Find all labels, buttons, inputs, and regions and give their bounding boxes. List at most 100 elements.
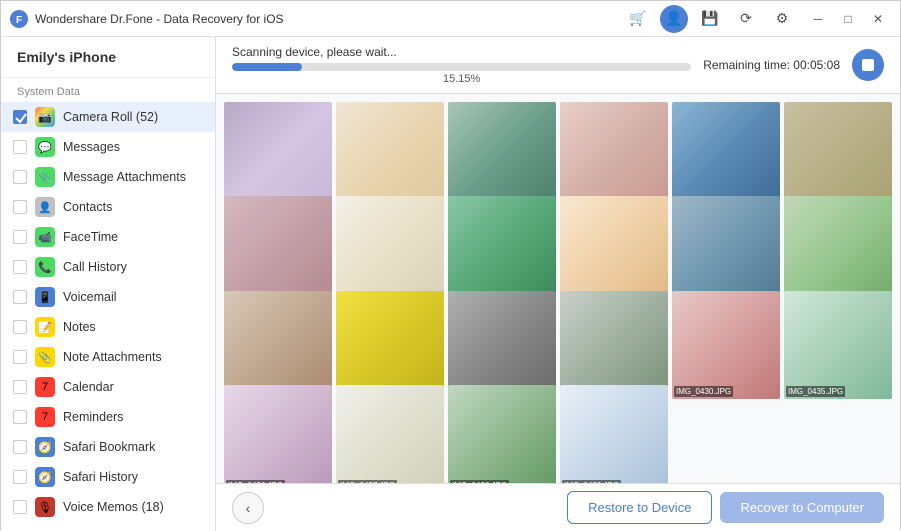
icon-reminders: 7	[35, 407, 55, 427]
photo-cell[interactable]: IMG_0439.JPG	[560, 385, 668, 483]
photo-cell[interactable]: IMG_0415.JPG	[560, 102, 668, 210]
photo-placeholder: IMG_0435.JPG	[784, 291, 892, 399]
label-reminders: Reminders	[63, 410, 123, 424]
icon-facetime: 📹	[35, 227, 55, 247]
icon-notes: 📝	[35, 317, 55, 337]
app-title: Wondershare Dr.Fone - Data Recovery for …	[35, 12, 624, 26]
icon-voicemail: 📱	[35, 287, 55, 307]
photo-cell[interactable]: IMG_0416.JPG	[672, 102, 780, 210]
photo-cell[interactable]: IMG_0414.JPG	[448, 102, 556, 210]
photo-cell[interactable]: IMG_0427.JPG	[336, 291, 444, 399]
refresh-icon[interactable]: ⟳	[732, 5, 760, 33]
photo-placeholder: IMG_0414.JPG	[336, 102, 444, 210]
photo-placeholder: IMG_0426.JPG	[224, 291, 332, 399]
sidebar-item-voicemail[interactable]: 📱Voicemail	[1, 282, 215, 312]
photo-cell[interactable]: IMG_0413.JPG	[224, 102, 332, 210]
photo-name: IMG_0435.JPG	[786, 386, 845, 397]
photo-name: IMG_0430.JPG	[674, 386, 733, 397]
photo-cell[interactable]: IMG_0438.JPG	[448, 385, 556, 483]
photo-cell[interactable]: IMG_0428.JPG	[448, 291, 556, 399]
checkbox-camera-roll[interactable]	[13, 110, 27, 124]
sidebar-item-safari-history[interactable]: 🧭Safari History	[1, 462, 215, 492]
icon-message-attachments: 📎	[35, 167, 55, 187]
photo-cell[interactable]: IMG_0414.JPG	[336, 102, 444, 210]
photo-cell[interactable]: IMG_0424.JPG	[672, 196, 780, 304]
photo-placeholder: IMG_0438.JPG	[448, 385, 556, 483]
close-button[interactable]: ✕	[864, 5, 892, 33]
photo-cell[interactable]: IMG_0417.JPG	[784, 102, 892, 210]
photo-cell[interactable]: IMG_0436.JPG	[224, 385, 332, 483]
photo-cell[interactable]: IMG_0423.JPG	[560, 196, 668, 304]
toolbar-icons: 🛒 👤 💾 ⟳ ⚙	[624, 5, 796, 33]
sidebar-items: 📷Camera Roll (52) 💬 Messages 📎 Message Attac…	[1, 102, 215, 522]
sidebar-item-messages[interactable]: 💬 Messages	[1, 132, 215, 162]
checkbox-voicemail[interactable]	[13, 290, 27, 304]
sidebar-item-call-history[interactable]: 📞Call History	[1, 252, 215, 282]
recover-to-computer-button[interactable]: Recover to Computer	[720, 492, 884, 523]
checkbox-calendar[interactable]	[13, 380, 27, 394]
checkbox-notes[interactable]	[13, 320, 27, 334]
photo-placeholder: IMG_0421.JPG	[336, 196, 444, 304]
photo-cell[interactable]: IMG_0430.JPG	[672, 291, 780, 399]
label-safari-history: Safari History	[63, 470, 138, 484]
checkbox-call-history[interactable]	[13, 260, 27, 274]
sidebar-item-calendar[interactable]: 7 Calendar	[1, 372, 215, 402]
app-logo: F	[9, 9, 29, 29]
sidebar-item-camera-roll[interactable]: 📷Camera Roll (52)	[1, 102, 215, 132]
back-button[interactable]: ‹	[232, 492, 264, 524]
icon-messages: 💬	[35, 137, 55, 157]
checkbox-facetime[interactable]	[13, 230, 27, 244]
sidebar-item-voice-memos[interactable]: 🎙Voice Memos (18)	[1, 492, 215, 522]
photo-cell[interactable]: IMG_0421.JPG	[336, 196, 444, 304]
content-area: Scanning device, please wait... 15.15% R…	[216, 37, 900, 531]
checkbox-safari-history[interactable]	[13, 470, 27, 484]
sidebar-item-safari-bookmark[interactable]: 🧭Safari Bookmark	[1, 432, 215, 462]
sidebar-item-notes[interactable]: 📝Notes	[1, 312, 215, 342]
checkbox-contacts[interactable]	[13, 200, 27, 214]
svg-text:F: F	[16, 15, 22, 26]
sidebar-item-contacts[interactable]: 👤Contacts	[1, 192, 215, 222]
stop-icon	[862, 59, 874, 71]
checkbox-messages[interactable]	[13, 140, 27, 154]
main-layout: Emily's iPhone System Data 📷Camera Roll …	[1, 37, 900, 531]
window-controls: ─ □ ✕	[804, 5, 892, 33]
sidebar-item-facetime[interactable]: 📹FaceTime	[1, 222, 215, 252]
checkbox-voice-memos[interactable]	[13, 500, 27, 514]
sidebar-item-reminders[interactable]: 7 Reminders	[1, 402, 215, 432]
checkbox-message-attachments[interactable]	[13, 170, 27, 184]
settings-icon[interactable]: ⚙	[768, 5, 796, 33]
photo-cell[interactable]: IMG_0437.JPG	[336, 385, 444, 483]
checkbox-safari-bookmark[interactable]	[13, 440, 27, 454]
photo-cell[interactable]: IMG_0435.JPG	[784, 291, 892, 399]
photo-cell[interactable]: IMG_0422.JPG	[448, 196, 556, 304]
photo-cell[interactable]: IMG_0429.JPG	[560, 291, 668, 399]
photo-placeholder: IMG_0424.JPG	[672, 196, 780, 304]
photo-placeholder: IMG_0425.JPG	[784, 196, 892, 304]
label-note-attachments: Note Attachments	[63, 350, 162, 364]
scan-status: Scanning device, please wait...	[232, 45, 691, 59]
sidebar-item-message-attachments[interactable]: 📎 Message Attachments	[1, 162, 215, 192]
icon-calendar: 7	[35, 377, 55, 397]
stop-button[interactable]	[852, 49, 884, 81]
minimize-button[interactable]: ─	[804, 5, 832, 33]
label-messages: Messages	[63, 140, 120, 154]
checkbox-note-attachments[interactable]	[13, 350, 27, 364]
sidebar-item-note-attachments[interactable]: 📎Note Attachments	[1, 342, 215, 372]
label-message-attachments: Message Attachments	[63, 170, 186, 184]
photo-placeholder: IMG_0418.JPG	[224, 196, 332, 304]
label-call-history: Call History	[63, 260, 127, 274]
scan-info: Scanning device, please wait... 15.15%	[232, 45, 691, 85]
maximize-button[interactable]: □	[834, 5, 862, 33]
photo-placeholder: IMG_0415.JPG	[560, 102, 668, 210]
checkbox-reminders[interactable]	[13, 410, 27, 424]
photo-cell[interactable]: IMG_0426.JPG	[224, 291, 332, 399]
icon-voice-memos: 🎙	[35, 497, 55, 517]
user-icon[interactable]: 👤	[660, 5, 688, 33]
photo-cell[interactable]: IMG_0418.JPG	[224, 196, 332, 304]
label-calendar: Calendar	[63, 380, 114, 394]
photo-cell[interactable]: IMG_0425.JPG	[784, 196, 892, 304]
cart-icon[interactable]: 🛒	[624, 5, 652, 33]
restore-to-device-button[interactable]: Restore to Device	[567, 491, 712, 524]
storage-icon[interactable]: 💾	[696, 5, 724, 33]
photo-placeholder: IMG_0430.JPG	[672, 291, 780, 399]
